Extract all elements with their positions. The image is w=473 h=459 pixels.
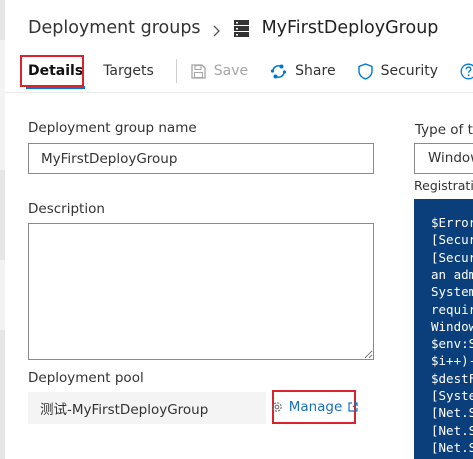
save-label: Save [213,63,249,79]
script-line: [Net.S [431,405,473,421]
details-tab-highlight [20,55,84,87]
script-line: an adm [431,266,473,282]
help-icon [460,63,473,79]
deployment-pool-field: 测试-MyFirstDeployGroup [28,392,266,424]
registration-label: Registrati [414,178,473,193]
chevron-right-icon [213,22,220,37]
left-rail [0,0,5,459]
toolbar: Details Targets Save Share Security [18,54,473,89]
script-line: [Secur [431,232,473,248]
script-line: [Secur [431,249,473,265]
os-type-select[interactable]: Window [414,143,473,174]
rail-segment [0,170,5,260]
deployment-group-icon [233,19,250,38]
save-button[interactable]: Save [191,54,248,88]
share-icon [271,64,287,78]
script-line: Window [431,318,473,334]
share-label: Share [295,63,336,79]
page-title: MyFirstDeployGroup [261,18,439,38]
deployment-pool-value: 测试-MyFirstDeployGroup [40,402,209,418]
rail-segment [0,0,5,40]
group-name-input[interactable] [28,143,374,174]
security-button[interactable]: Security [357,54,439,88]
group-name-label: Deployment group name [28,120,197,136]
script-line: $env:S [431,336,473,352]
tab-targets[interactable]: Targets [93,54,164,88]
script-line: System [431,284,473,300]
breadcrumb-deployment-groups[interactable]: Deployment groups [28,18,201,38]
script-line: $Error [431,215,473,230]
description-textarea[interactable] [28,223,374,360]
script-line: [Syste [431,388,473,403]
external-link-icon [348,402,358,412]
pool-label: Deployment pool [28,370,144,386]
script-line: requir [431,301,473,317]
gear-icon [271,402,282,412]
registration-script-panel[interactable]: $Error [Secur [Secur an adm System requir Wind… [414,199,473,459]
save-icon [191,63,206,79]
description-label: Description [28,201,105,217]
script-line: $destF [431,370,473,386]
breadcrumb: Deployment groups MyFirstDeployGroup [28,15,438,41]
script-line: [Net.S [431,422,473,438]
script-line: $i++)- [431,353,473,369]
toolbar-divider [175,59,177,83]
help-button[interactable]: H [460,54,473,88]
header-divider [5,92,473,93]
share-button[interactable]: Share [270,54,336,88]
shield-icon [357,62,373,80]
security-label: Security [380,63,439,79]
rail-segment [0,330,5,459]
script-line: [Net.S [431,439,473,455]
manage-link[interactable]: Manage [271,390,358,424]
manage-label: Manage [288,399,343,415]
target-type-label: Type of ta [415,122,473,138]
